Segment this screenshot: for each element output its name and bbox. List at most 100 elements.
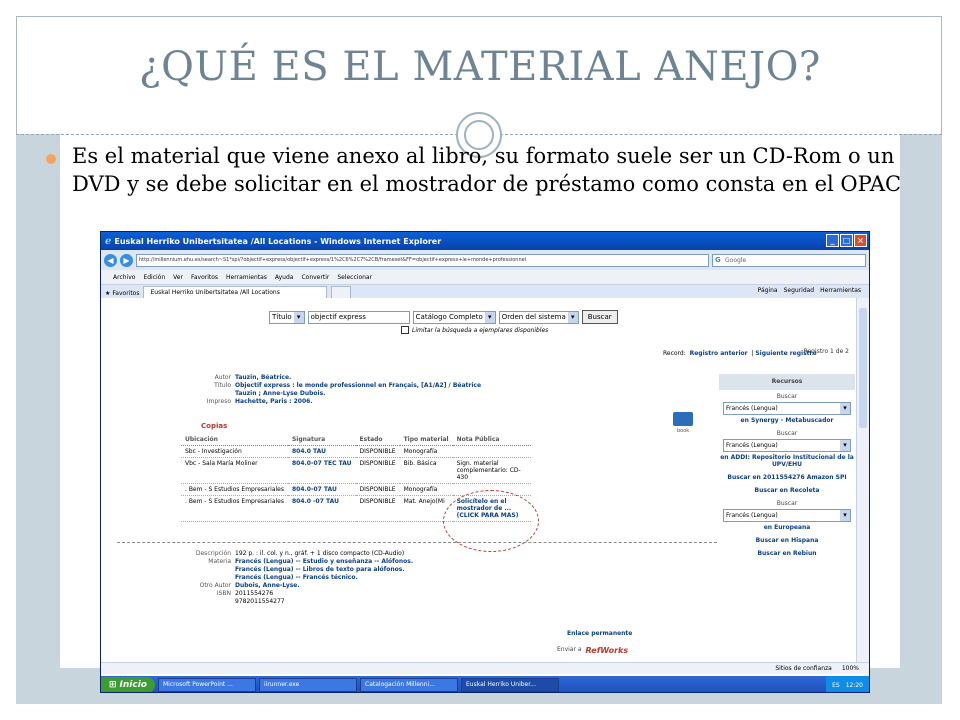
menu-ver[interactable]: Ver (173, 274, 183, 281)
resource-select[interactable]: Francés (Lengua) (723, 439, 851, 452)
seleccionar-button[interactable]: Seleccionar (337, 274, 372, 281)
table-row: Sbc - Investigación 804.0 TAU DISPONIBLE… (181, 445, 531, 458)
cell-callnumber[interactable]: 804.0-07 TEC TAU (287, 457, 356, 484)
resource-block: Buscar en Rebiun (719, 550, 855, 557)
star-icon: ★ (105, 289, 111, 297)
cell-location: Sbc - Investigación (181, 445, 288, 458)
prev-record-link[interactable]: Registro anterior (690, 350, 748, 357)
search-field-select[interactable]: Título (269, 310, 305, 324)
limit-row: Limitar la búsqueda a ejemplares disponi… (401, 326, 548, 334)
next-record-link[interactable]: Siguiente registro (755, 350, 816, 357)
cell-callnumber[interactable]: 804.0 TAU (287, 445, 356, 458)
record-metadata: Autor Tauzin, Béatrice. Título Objectif ex… (193, 374, 481, 406)
maximize-icon[interactable]: □ (840, 234, 853, 247)
resource-link[interactable]: en Synergy - Metabuscador (719, 417, 855, 424)
browser-screenshot: ℯ Euskal Herriko Unibertsitatea /All Loc… (100, 231, 870, 693)
resource-select[interactable]: Francés (Lengua) (723, 402, 851, 415)
col-header: Nota Pública (452, 434, 531, 446)
taskbar-item[interactable]: iirunner.exe (259, 678, 357, 692)
cell-note (452, 445, 531, 458)
subject-link[interactable]: Francés (Lengua) -- Estudio y enseñanza … (235, 558, 413, 565)
menu-bar: Archivo Edición Ver Favoritos Herramient… (101, 270, 869, 285)
convertir-button[interactable]: Convertir (301, 274, 329, 281)
subject-link[interactable]: Francés (Lengua) -- Libros de texto para… (235, 566, 405, 573)
taskbar-item[interactable]: Microsoft PowerPoint ... (158, 678, 256, 692)
book-icon (673, 412, 693, 426)
address-input[interactable]: http://millennium.ehu.es/search~S1*spi/?… (136, 253, 709, 267)
window-title: Euskal Herriko Unibertsitatea /All Locat… (114, 236, 442, 246)
permalink-link[interactable]: Enlace permanente (567, 630, 632, 637)
meta-title: Objectif express : le monde professionne… (235, 382, 482, 389)
catalog-select[interactable]: Catálogo Completo (412, 310, 496, 324)
menu-herramientas[interactable]: Herramientas (226, 274, 267, 281)
resource-link[interactable]: Buscar en Rebiun (719, 550, 855, 557)
menu-favoritos[interactable]: Favoritos (191, 274, 218, 281)
resource-block: Buscar Francés (Lengua) en Synergy - Met… (719, 393, 855, 424)
start-label: Inicio (119, 680, 147, 690)
limit-checkbox[interactable] (401, 326, 409, 334)
refworks-button[interactable]: RefWorks (586, 646, 629, 655)
cell-callnumber[interactable]: 804.0-07 TAU (287, 483, 356, 496)
cell-type: Monografía (399, 483, 453, 496)
meta-label: Impreso (206, 398, 231, 405)
holdings-header-row: Ubicación Signatura Estado Tipo material… (181, 434, 531, 446)
favorites-button[interactable]: ★ Favoritos (105, 290, 139, 297)
buscar-button[interactable]: Buscar (581, 310, 618, 324)
resources-panel: Recursos Buscar Francés (Lengua) en Syne… (719, 374, 855, 664)
resource-link[interactable]: en Europeana (719, 524, 855, 531)
menu-edicion[interactable]: Edición (143, 274, 165, 281)
taskbar-item[interactable]: Catalogación Millenni... (360, 678, 458, 692)
cell-status: DISPONIBLE (355, 495, 400, 522)
resource-link[interactable]: Buscar en Hispana (719, 537, 855, 544)
opac-page: Título objectif express Catálogo Complet… (101, 298, 859, 672)
order-select[interactable]: Orden del sistema (498, 310, 579, 324)
copias-heading: Copias (201, 422, 228, 430)
section-divider (117, 542, 717, 543)
other-author-link[interactable]: Dubois, Anne-Lyse. (235, 582, 300, 589)
send-to-label: Enviar a (557, 646, 582, 653)
meta-label: Título (214, 382, 231, 389)
herramientas-menu[interactable]: Herramientas (820, 287, 861, 294)
menu-ayuda[interactable]: Ayuda (275, 274, 294, 281)
taskbar-item[interactable]: Euskal Herriko Uniber... (461, 678, 559, 692)
zone-label: Sitios de confianza (775, 665, 832, 672)
command-bar: Página Seguridad Herramientas (758, 287, 861, 294)
cell-callnumber[interactable]: 804.0 -07 TAU (287, 495, 356, 522)
start-button[interactable]: ⊞ Inicio (101, 677, 155, 692)
close-icon[interactable]: × (854, 234, 867, 247)
search-input[interactable]: Google (712, 253, 866, 267)
meta-author[interactable]: Tauzin, Béatrice. (235, 374, 291, 381)
menu-archivo[interactable]: Archivo (113, 274, 135, 281)
record-nav: Record: Registro anterior | Siguiente re… (663, 350, 817, 357)
window-buttons: _ □ × (826, 234, 867, 247)
page-scrollbar[interactable] (856, 298, 869, 672)
resource-select[interactable]: Francés (Lengua) (723, 509, 851, 522)
slide-title: ¿QUÉ ES EL MATERIAL ANEJO? (139, 44, 821, 90)
col-header: Signatura (287, 434, 356, 446)
resource-link[interactable]: Buscar en Recoleta (719, 487, 855, 494)
col-header: Ubicación (181, 434, 288, 446)
subject-link[interactable]: Francés (Lengua) -- Francés técnico. (235, 574, 358, 581)
resource-label: Buscar (776, 430, 798, 437)
seguridad-menu[interactable]: Seguridad (784, 287, 815, 294)
language-indicator[interactable]: ES (832, 682, 840, 689)
resource-link[interactable]: en ADDI: Repositorio Institucional de la… (719, 454, 855, 468)
resource-block: Buscar en Recoleta (719, 487, 855, 494)
back-icon[interactable]: ◀ (104, 253, 117, 267)
pagina-menu[interactable]: Página (758, 287, 778, 294)
record-label: Record: (663, 350, 686, 357)
zoom-label[interactable]: 100% (842, 665, 859, 672)
address-bar-row: ◀ ▶ http://millennium.ehu.es/search~S1*s… (101, 250, 869, 270)
record-description: Descripción 192 p. : il. col. y n., gráf.… (193, 550, 413, 606)
table-row: Vbc - Sala María Moliner 804.0-07 TEC TA… (181, 457, 531, 484)
forward-icon[interactable]: ▶ (120, 253, 133, 267)
bullet-dot (46, 154, 56, 164)
resource-link[interactable]: Buscar en 2011554276 Amazon SPI (719, 474, 855, 481)
meta-title-cont: Tauzin ; Anne-Lyse Dubois. (235, 390, 326, 397)
minimize-icon[interactable]: _ (826, 234, 839, 247)
status-bar: Sitios de confianza 100% (101, 662, 869, 674)
opac-query-input[interactable]: objectif express (307, 310, 410, 324)
slide-left-band (16, 134, 60, 674)
cell-status: DISPONIBLE (355, 457, 400, 484)
send-to-row: Enviar a RefWorks (557, 646, 628, 655)
